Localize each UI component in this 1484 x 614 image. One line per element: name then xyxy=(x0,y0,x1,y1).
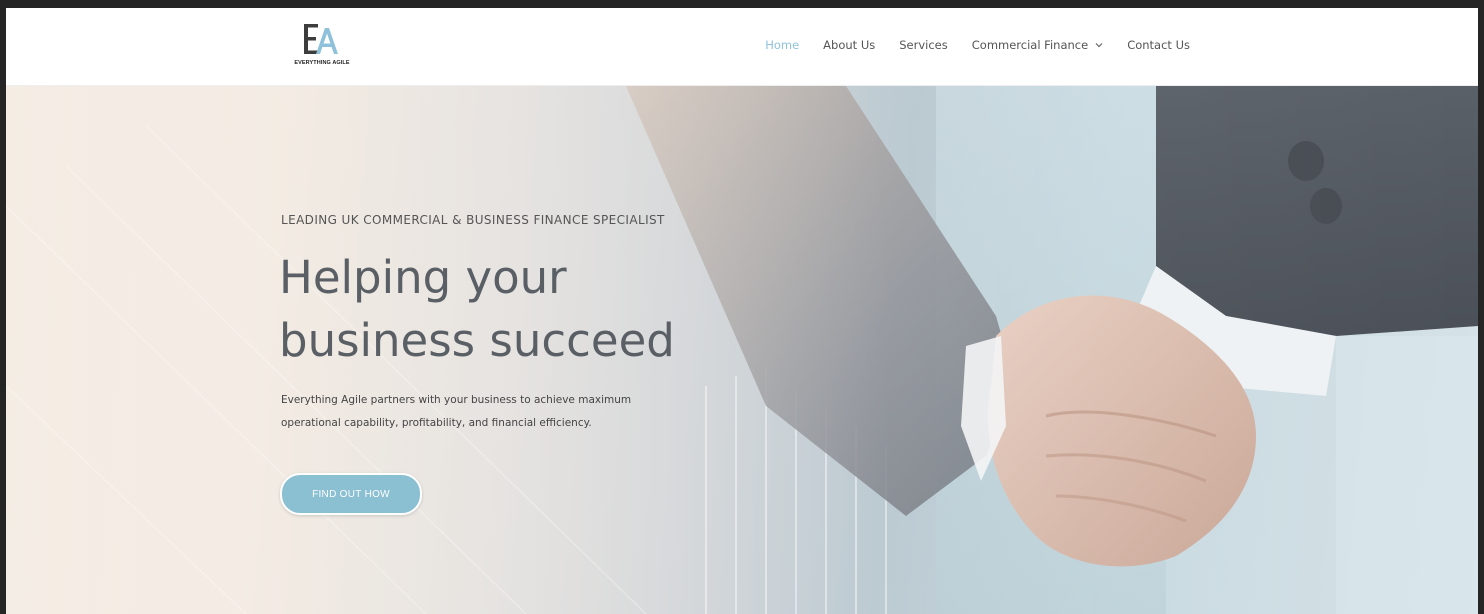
nav-item-commercial-finance[interactable]: Commercial Finance xyxy=(972,38,1103,52)
site-logo[interactable]: EVERYTHING AGILE xyxy=(284,22,360,72)
hero-subtext-line1: Everything Agile partners with your busi… xyxy=(281,394,632,406)
browser-viewport: EVERYTHING AGILE Home About Us Services … xyxy=(6,8,1478,614)
nav-item-contact-us[interactable]: Contact Us xyxy=(1127,38,1190,52)
nav-item-commercial-finance-label: Commercial Finance xyxy=(971,38,1089,52)
nav-item-home[interactable]: Home xyxy=(765,38,799,52)
chevron-down-icon xyxy=(1095,43,1103,48)
site-header: EVERYTHING AGILE Home About Us Services … xyxy=(6,8,1478,86)
hero-headline-line2: business succeed xyxy=(279,314,675,367)
hero-headline: Helping your business succeed xyxy=(279,246,799,372)
logo-wordmark: EVERYTHING AGILE xyxy=(294,60,350,66)
hero-eyebrow: LEADING UK COMMERCIAL & BUSINESS FINANCE… xyxy=(281,213,665,227)
nav-item-about-us[interactable]: About Us xyxy=(823,38,875,52)
hero-subtext-line2: operational capability, profitability, a… xyxy=(281,417,592,429)
nav-item-services[interactable]: Services xyxy=(899,38,948,52)
hero-section: LEADING UK COMMERCIAL & BUSINESS FINANCE… xyxy=(6,86,1478,614)
hero-headline-line1: Helping your xyxy=(279,251,567,304)
logo-icon xyxy=(304,24,338,54)
hero-subtext: Everything Agile partners with your busi… xyxy=(281,389,701,435)
find-out-how-button[interactable]: FIND OUT HOW xyxy=(280,473,422,515)
main-nav: Home About Us Services Commercial Financ… xyxy=(741,38,1190,52)
